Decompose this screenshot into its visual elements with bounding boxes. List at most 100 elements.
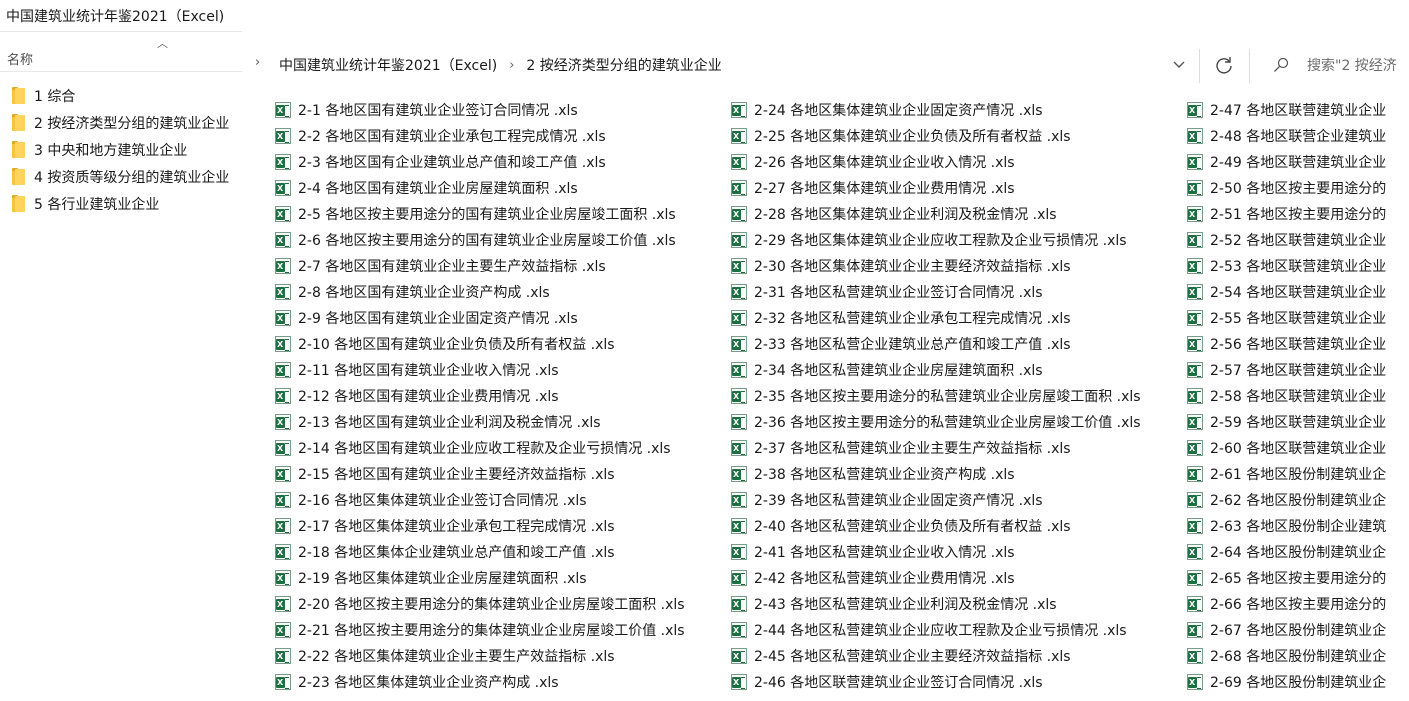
- file-item[interactable]: 2-52 各地区联营建筑业企业: [1187, 227, 1409, 253]
- file-item[interactable]: 2-36 各地区按主要用途分的私营建筑业企业房屋竣工价值 .xls: [731, 409, 1183, 435]
- navigation-pane: 名称 ︿ 1 综合 2 按经济类型分组的建筑业企业 3 中央和地方建筑业企业 4 按资…: [0, 32, 247, 701]
- file-item[interactable]: 2-48 各地区联营企业建筑业: [1187, 123, 1409, 149]
- file-item[interactable]: 2-50 各地区按主要用途分的: [1187, 175, 1409, 201]
- breadcrumb-current[interactable]: 2 按经济类型分组的建筑业企业: [520, 55, 727, 75]
- file-item[interactable]: 2-54 各地区联营建筑业企业: [1187, 279, 1409, 305]
- file-item[interactable]: 2-9 各地区国有建筑业企业固定资产情况 .xls: [275, 305, 727, 331]
- file-item[interactable]: 2-38 各地区私营建筑业企业资产构成 .xls: [731, 461, 1183, 487]
- file-name: 2-65 各地区按主要用途分的: [1210, 571, 1387, 587]
- file-item[interactable]: 2-68 各地区股份制建筑业企: [1187, 643, 1409, 669]
- file-item[interactable]: 2-18 各地区集体企业建筑业总产值和竣工产值 .xls: [275, 539, 727, 565]
- file-item[interactable]: 2-26 各地区集体建筑业企业收入情况 .xls: [731, 149, 1183, 175]
- excel-file-icon: [1187, 336, 1203, 352]
- file-item[interactable]: 2-3 各地区国有企业建筑业总产值和竣工产值 .xls: [275, 149, 727, 175]
- folder-item[interactable]: 3 中央和地方建筑业企业: [0, 136, 247, 163]
- excel-file-icon: [1187, 102, 1203, 118]
- folder-item[interactable]: 5 各行业建筑业企业: [0, 190, 247, 217]
- file-item[interactable]: 2-67 各地区股份制建筑业企: [1187, 617, 1409, 643]
- excel-file-icon: [731, 206, 747, 222]
- file-item[interactable]: 2-4 各地区国有建筑业企业房屋建筑面积 .xls: [275, 175, 727, 201]
- file-item[interactable]: 2-41 各地区私营建筑业企业收入情况 .xls: [731, 539, 1183, 565]
- excel-file-icon: [275, 518, 291, 534]
- folder-item[interactable]: 1 综合: [0, 82, 247, 109]
- file-item[interactable]: 2-5 各地区按主要用途分的国有建筑业企业房屋竣工面积 .xls: [275, 201, 727, 227]
- file-item[interactable]: 2-12 各地区国有建筑业企业费用情况 .xls: [275, 383, 727, 409]
- file-item[interactable]: 2-14 各地区国有建筑业企业应收工程款及企业亏损情况 .xls: [275, 435, 727, 461]
- folder-item[interactable]: 2 按经济类型分组的建筑业企业: [0, 109, 247, 136]
- refresh-icon[interactable]: [1213, 54, 1235, 76]
- breadcrumb-separator-icon[interactable]: ›: [503, 58, 520, 73]
- file-item[interactable]: 2-55 各地区联营建筑业企业: [1187, 305, 1409, 331]
- file-item[interactable]: 2-7 各地区国有建筑业企业主要生产效益指标 .xls: [275, 253, 727, 279]
- file-item[interactable]: 2-69 各地区股份制建筑业企: [1187, 669, 1409, 695]
- name-column-header[interactable]: 名称 ︿: [0, 32, 242, 72]
- file-item[interactable]: 2-25 各地区集体建筑业企业负债及所有者权益 .xls: [731, 123, 1183, 149]
- file-item[interactable]: 2-47 各地区联营建筑业企业: [1187, 97, 1409, 123]
- folder-list: 1 综合 2 按经济类型分组的建筑业企业 3 中央和地方建筑业企业 4 按资质等级分组…: [0, 82, 247, 217]
- file-item[interactable]: 2-65 各地区按主要用途分的: [1187, 565, 1409, 591]
- file-name: 2-31 各地区私营建筑业企业签订合同情况 .xls: [754, 285, 1043, 301]
- file-name: 2-28 各地区集体建筑业企业利润及税金情况 .xls: [754, 207, 1057, 223]
- file-item[interactable]: 2-51 各地区按主要用途分的: [1187, 201, 1409, 227]
- file-item[interactable]: 2-44 各地区私营建筑业企业应收工程款及企业亏损情况 .xls: [731, 617, 1183, 643]
- excel-file-icon: [731, 414, 747, 430]
- file-name: 2-46 各地区联营建筑业企业签订合同情况 .xls: [754, 675, 1043, 691]
- file-item[interactable]: 2-59 各地区联营建筑业企业: [1187, 409, 1409, 435]
- file-item[interactable]: 2-63 各地区股份制企业建筑: [1187, 513, 1409, 539]
- file-item[interactable]: 2-66 各地区按主要用途分的: [1187, 591, 1409, 617]
- file-name: 2-35 各地区按主要用途分的私营建筑业企业房屋竣工面积 .xls: [754, 389, 1141, 405]
- file-name: 2-42 各地区私营建筑业企业费用情况 .xls: [754, 571, 1015, 587]
- file-item[interactable]: 2-1 各地区国有建筑业企业签订合同情况 .xls: [275, 97, 727, 123]
- file-item[interactable]: 2-39 各地区私营建筑业企业固定资产情况 .xls: [731, 487, 1183, 513]
- file-item[interactable]: 2-34 各地区私营建筑业企业房屋建筑面积 .xls: [731, 357, 1183, 383]
- file-item[interactable]: 2-2 各地区国有建筑业企业承包工程完成情况 .xls: [275, 123, 727, 149]
- file-item[interactable]: 2-16 各地区集体建筑业企业签订合同情况 .xls: [275, 487, 727, 513]
- file-item[interactable]: 2-37 各地区私营建筑业企业主要生产效益指标 .xls: [731, 435, 1183, 461]
- search-input[interactable]: 搜索"2 按经济: [1259, 49, 1409, 81]
- file-item[interactable]: 2-29 各地区集体建筑业企业应收工程款及企业亏损情况 .xls: [731, 227, 1183, 253]
- file-item[interactable]: 2-57 各地区联营建筑业企业: [1187, 357, 1409, 383]
- file-item[interactable]: 2-58 各地区联营建筑业企业: [1187, 383, 1409, 409]
- file-item[interactable]: 2-6 各地区按主要用途分的国有建筑业企业房屋竣工价值 .xls: [275, 227, 727, 253]
- file-item[interactable]: 2-42 各地区私营建筑业企业费用情况 .xls: [731, 565, 1183, 591]
- file-item[interactable]: 2-53 各地区联营建筑业企业: [1187, 253, 1409, 279]
- file-item[interactable]: 2-40 各地区私营建筑业企业负债及所有者权益 .xls: [731, 513, 1183, 539]
- file-item[interactable]: 2-17 各地区集体建筑业企业承包工程完成情况 .xls: [275, 513, 727, 539]
- file-item[interactable]: 2-60 各地区联营建筑业企业: [1187, 435, 1409, 461]
- file-item[interactable]: 2-19 各地区集体建筑业企业房屋建筑面积 .xls: [275, 565, 727, 591]
- file-item[interactable]: 2-56 各地区联营建筑业企业: [1187, 331, 1409, 357]
- file-item[interactable]: 2-62 各地区股份制建筑业企: [1187, 487, 1409, 513]
- file-item[interactable]: 2-11 各地区国有建筑业企业收入情况 .xls: [275, 357, 727, 383]
- file-item[interactable]: 2-22 各地区集体建筑业企业主要生产效益指标 .xls: [275, 643, 727, 669]
- file-item[interactable]: 2-33 各地区私营企业建筑业总产值和竣工产值 .xls: [731, 331, 1183, 357]
- file-item[interactable]: 2-35 各地区按主要用途分的私营建筑业企业房屋竣工面积 .xls: [731, 383, 1183, 409]
- file-item[interactable]: 2-8 各地区国有建筑业企业资产构成 .xls: [275, 279, 727, 305]
- folder-item[interactable]: 4 按资质等级分组的建筑业企业: [0, 163, 247, 190]
- file-item[interactable]: 2-43 各地区私营建筑业企业利润及税金情况 .xls: [731, 591, 1183, 617]
- file-item[interactable]: 2-45 各地区私营建筑业企业主要经济效益指标 .xls: [731, 643, 1183, 669]
- excel-file-icon: [1187, 570, 1203, 586]
- file-item[interactable]: 2-23 各地区集体建筑业企业资产构成 .xls: [275, 669, 727, 695]
- file-item[interactable]: 2-13 各地区国有建筑业企业利润及税金情况 .xls: [275, 409, 727, 435]
- breadcrumb[interactable]: 中国建筑业统计年鉴2021（Excel) › 2 按经济类型分组的建筑业企业: [247, 49, 1247, 81]
- file-item[interactable]: 2-15 各地区国有建筑业企业主要经济效益指标 .xls: [275, 461, 727, 487]
- file-item[interactable]: 2-24 各地区集体建筑业企业固定资产情况 .xls: [731, 97, 1183, 123]
- file-item[interactable]: 2-10 各地区国有建筑业企业负债及所有者权益 .xls: [275, 331, 727, 357]
- file-item[interactable]: 2-31 各地区私营建筑业企业签订合同情况 .xls: [731, 279, 1183, 305]
- file-item[interactable]: 2-46 各地区联营建筑业企业签订合同情况 .xls: [731, 669, 1183, 695]
- file-name: 2-34 各地区私营建筑业企业房屋建筑面积 .xls: [754, 363, 1043, 379]
- file-item[interactable]: 2-64 各地区股份制建筑业企: [1187, 539, 1409, 565]
- file-item[interactable]: 2-61 各地区股份制建筑业企: [1187, 461, 1409, 487]
- breadcrumb-root[interactable]: 中国建筑业统计年鉴2021（Excel): [273, 55, 503, 75]
- file-item[interactable]: 2-21 各地区按主要用途分的集体建筑业企业房屋竣工价值 .xls: [275, 617, 727, 643]
- file-item[interactable]: 2-30 各地区集体建筑业企业主要经济效益指标 .xls: [731, 253, 1183, 279]
- excel-file-icon: [1187, 544, 1203, 560]
- file-item[interactable]: 2-27 各地区集体建筑业企业费用情况 .xls: [731, 175, 1183, 201]
- file-name: 2-20 各地区按主要用途分的集体建筑业企业房屋竣工面积 .xls: [298, 597, 685, 613]
- chevron-down-icon[interactable]: [1172, 58, 1186, 72]
- file-item[interactable]: 2-32 各地区私营建筑业企业承包工程完成情况 .xls: [731, 305, 1183, 331]
- file-item[interactable]: 2-28 各地区集体建筑业企业利润及税金情况 .xls: [731, 201, 1183, 227]
- file-item[interactable]: 2-49 各地区联营建筑业企业: [1187, 149, 1409, 175]
- file-item[interactable]: 2-20 各地区按主要用途分的集体建筑业企业房屋竣工面积 .xls: [275, 591, 727, 617]
- file-name: 2-5 各地区按主要用途分的国有建筑业企业房屋竣工面积 .xls: [298, 207, 676, 223]
